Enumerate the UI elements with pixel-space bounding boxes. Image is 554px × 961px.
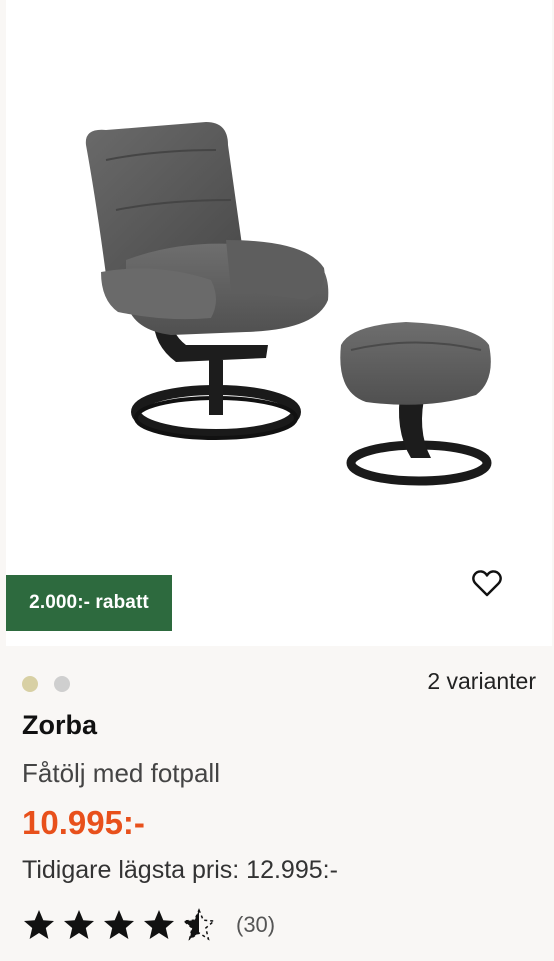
discount-badge-label: 2.000:- rabatt xyxy=(29,592,149,613)
favorite-button[interactable] xyxy=(470,566,504,600)
color-swatches xyxy=(22,676,70,692)
product-info: 2 varianter Zorba Fåtölj med fotpall 10.… xyxy=(0,646,554,961)
product-image-area[interactable]: 2.000:- rabatt xyxy=(6,0,552,646)
swatch-beige[interactable] xyxy=(22,676,38,692)
star-icon xyxy=(24,910,54,939)
product-image xyxy=(85,122,492,486)
rating[interactable]: (30) xyxy=(22,908,275,942)
previous-lowest-price: Tidigare lägsta pris: 12.995:- xyxy=(22,856,338,884)
variants-link[interactable]: 2 varianter xyxy=(427,668,536,695)
review-count: (30) xyxy=(236,912,276,937)
swatch-grey[interactable] xyxy=(54,676,70,692)
heart-icon xyxy=(472,570,502,597)
star-icon xyxy=(182,908,216,941)
product-card[interactable]: 2.000:- rabatt 2 varianter Zorba Fåtölj … xyxy=(0,0,554,961)
product-name[interactable]: Zorba xyxy=(22,710,97,741)
product-subtitle: Fåtölj med fotpall xyxy=(22,758,220,788)
product-price: 10.995:- xyxy=(22,804,145,841)
star-icon xyxy=(144,910,174,939)
discount-badge: 2.000:- rabatt xyxy=(6,575,172,631)
star-icon xyxy=(104,910,134,939)
star-icon xyxy=(64,910,94,939)
